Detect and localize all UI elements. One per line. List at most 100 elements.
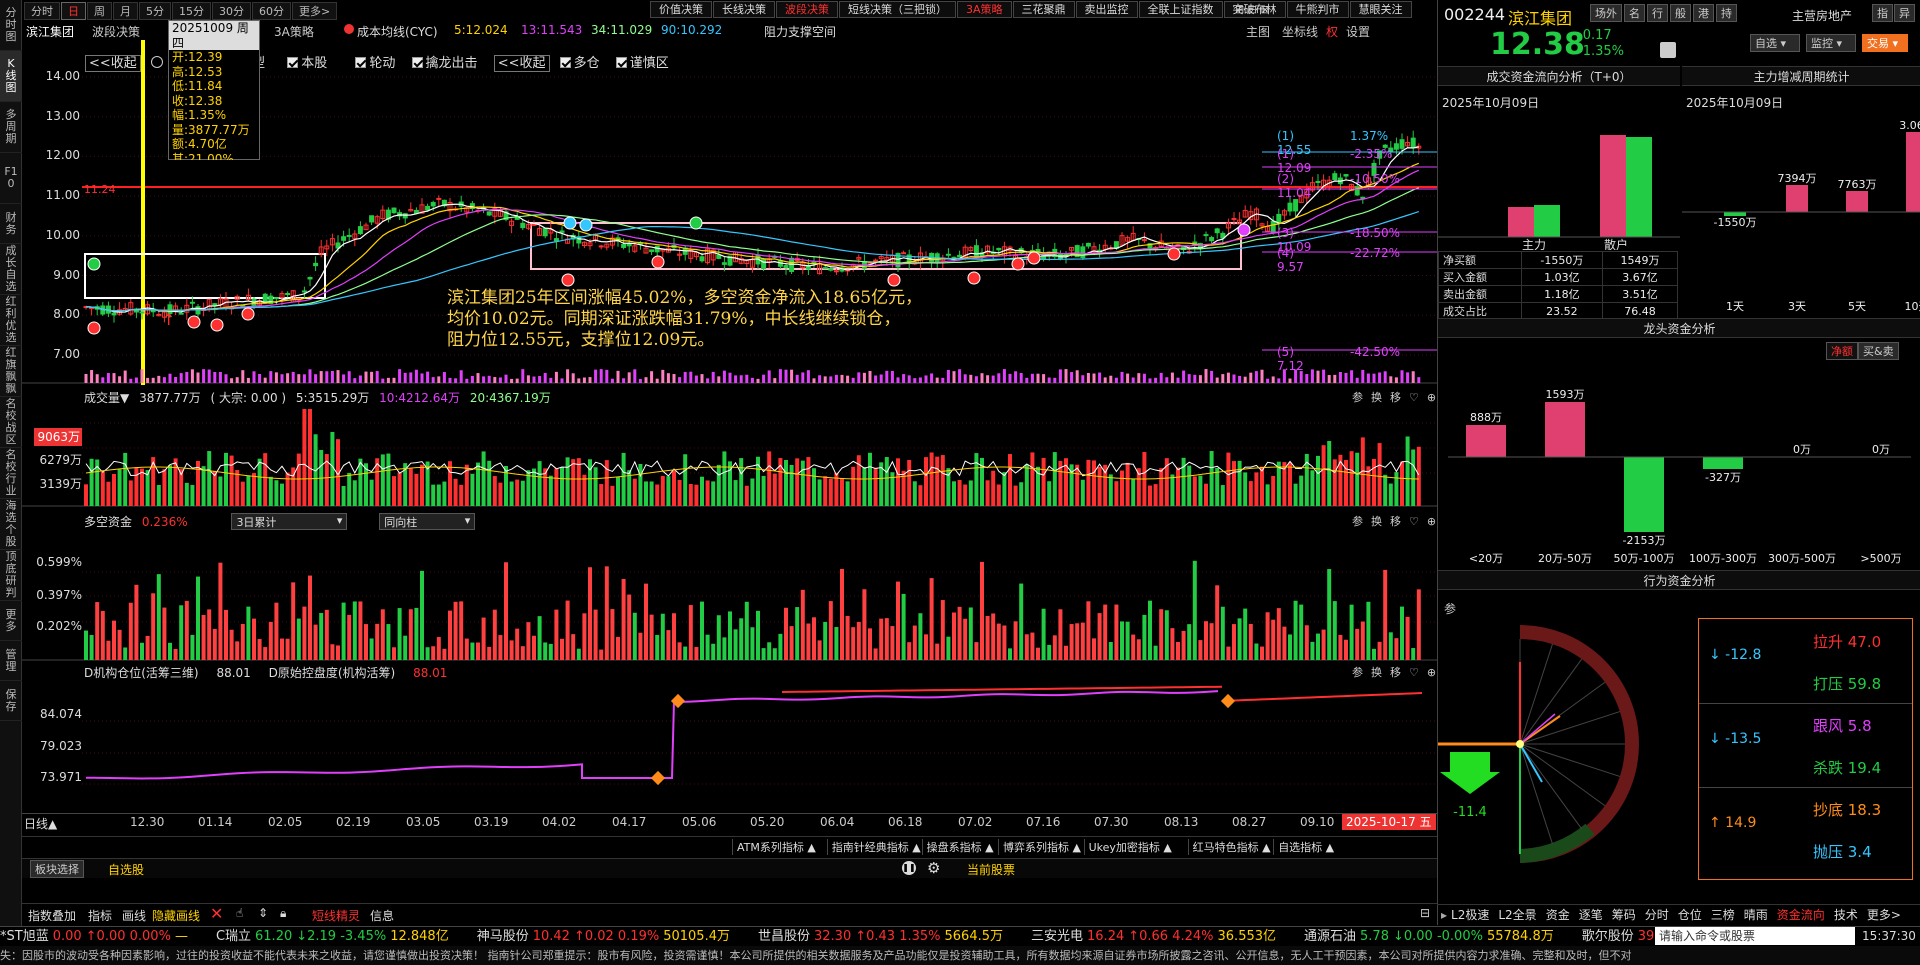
- sidebar-item[interactable]: 名校战区: [0, 397, 22, 448]
- strategy-tab[interactable]: 3A策略: [957, 1, 1012, 18]
- sidebar-item[interactable]: 更多: [0, 601, 22, 641]
- panel-tool-icon[interactable]: ♡: [1409, 391, 1419, 404]
- sidebar-item[interactable]: 保存: [0, 681, 22, 721]
- strategy-tab[interactable]: 短线决策（三把锁）: [839, 1, 956, 18]
- inst-title[interactable]: D机构仓位(活筹三维): [84, 666, 199, 680]
- self-stock-tab[interactable]: 自选股: [108, 861, 144, 878]
- ticker-item[interactable]: C瑞立 61.20 ↓2.19 -3.45% 12.848亿: [216, 929, 463, 944]
- stock-info-tab[interactable]: 名: [1624, 4, 1645, 22]
- right-bottom-tab[interactable]: 仓位: [1678, 906, 1702, 923]
- sidebar-item[interactable]: F10: [0, 153, 22, 204]
- monitor-button[interactable]: 监控 ▾: [1806, 34, 1856, 52]
- risk-label[interactable]: 阻力支撑空间: [764, 23, 836, 40]
- panel-tool-icon[interactable]: 移: [1390, 666, 1401, 679]
- add-icon[interactable]: ⊞: [1235, 3, 1244, 16]
- stock-info-tab[interactable]: 般: [1670, 4, 1691, 22]
- panel-tool-icon[interactable]: 换: [1371, 391, 1382, 404]
- info-btn[interactable]: 信息: [370, 907, 394, 924]
- right-bottom-tab[interactable]: 筹码: [1612, 906, 1636, 923]
- period-tab[interactable]: 分时: [24, 2, 60, 20]
- strategy-tab[interactable]: 长线决策: [713, 1, 775, 18]
- period-tab[interactable]: 周: [87, 2, 112, 20]
- axis-btn[interactable]: 坐标线: [1282, 23, 1318, 40]
- panel-tool-icon[interactable]: ⊕: [1427, 515, 1436, 528]
- sidebar-item[interactable]: 顶底研判: [0, 550, 22, 601]
- ticker-item[interactable]: 通源石油 5.78 ↓0.00 -0.00% 55784.8万: [1304, 929, 1568, 944]
- ticker-item[interactable]: 三安光电 16.24 ↑0.66 4.24% 36.553亿: [1031, 929, 1290, 944]
- trade-button[interactable]: 交易 ▾: [1862, 34, 1908, 52]
- right-bottom-tab[interactable]: 更多>: [1867, 906, 1901, 923]
- panel-tool-icon[interactable]: 换: [1371, 515, 1382, 528]
- right-bottom-tab[interactable]: 技术: [1834, 906, 1858, 923]
- panel-tool-icon[interactable]: ⊕: [1427, 391, 1436, 404]
- draw-line-btn[interactable]: 画线: [122, 907, 146, 924]
- panel-tool-icon[interactable]: 移: [1390, 515, 1401, 528]
- gear-icon[interactable]: ⚙: [927, 859, 940, 877]
- stock-info-tab[interactable]: 行: [1647, 4, 1668, 22]
- right-bottom-tab[interactable]: 晴雨: [1744, 906, 1768, 923]
- close-icon[interactable]: ⊠: [1260, 3, 1269, 16]
- sidebar-item[interactable]: 成长自选: [0, 244, 22, 295]
- right-bottom-tab[interactable]: 三榜: [1711, 906, 1735, 923]
- right-bottom-tab[interactable]: L2全景: [1498, 906, 1536, 923]
- period-tab[interactable]: 月: [113, 2, 138, 20]
- volume-title[interactable]: 成交量▼: [84, 391, 129, 405]
- flow-select1[interactable]: 3日累计 ▾: [231, 513, 348, 530]
- current-stock-tab[interactable]: 当前股票: [967, 861, 1015, 878]
- watchlist-button[interactable]: 自选 ▾: [1750, 34, 1800, 52]
- alert-btn[interactable]: 异: [1894, 4, 1915, 22]
- flow-title[interactable]: 多空资金: [84, 515, 132, 529]
- pointer-icon[interactable]: ☝: [236, 906, 243, 920]
- pause-icon[interactable]: ❚❚: [902, 861, 916, 875]
- expand-icon[interactable]: ⊟: [1420, 906, 1430, 920]
- panel-tool-icon[interactable]: 参: [1352, 391, 1363, 404]
- indicator-tab[interactable]: 操盘系指标 ▲: [921, 839, 994, 855]
- x-axis-period[interactable]: 日线▲: [24, 815, 57, 832]
- main-chart-btn[interactable]: 主图: [1246, 23, 1270, 40]
- indicator-tab[interactable]: ATM系列指标 ▲: [732, 839, 816, 855]
- panel-tool-icon[interactable]: 参: [1352, 666, 1363, 679]
- strategy-label[interactable]: 波段决策: [92, 23, 140, 40]
- sidebar-item[interactable]: 红利优选: [0, 295, 22, 346]
- sidebar-item[interactable]: 财务: [0, 204, 22, 244]
- arrow-icon[interactable]: ▸: [1441, 908, 1447, 922]
- stock-info-tab[interactable]: 港: [1693, 4, 1714, 22]
- indicator-tab[interactable]: Ukey加密指标 ▲: [1083, 839, 1172, 855]
- sidebar-item[interactable]: 红旗飘飘: [0, 346, 22, 397]
- rights-btn[interactable]: 权: [1326, 23, 1338, 40]
- short-elf-btn[interactable]: 短线精灵: [312, 907, 360, 924]
- indicator-tab[interactable]: 自选指标 ▲: [1273, 839, 1334, 855]
- strategy2-label[interactable]: 3A策略: [274, 23, 314, 40]
- period-tab[interactable]: 5分: [139, 2, 171, 20]
- dragon-tab-net[interactable]: 净额: [1826, 342, 1858, 360]
- calculator-icon[interactable]: [1660, 42, 1676, 58]
- strategy-tab[interactable]: 波段决策: [776, 1, 838, 18]
- hide-lines-btn[interactable]: 隐藏画线: [152, 907, 200, 924]
- strategy-tab[interactable]: 牛熊判市: [1286, 1, 1349, 18]
- strategy-tab[interactable]: 慧眼关注: [1349, 1, 1412, 18]
- indicator-tab[interactable]: 博弈系列指标 ▲: [998, 839, 1081, 855]
- indicator-tab[interactable]: 红马特色指标 ▲: [1187, 839, 1271, 855]
- move-icon[interactable]: ⇕: [258, 906, 268, 920]
- stock-info-tab[interactable]: 持: [1716, 4, 1737, 22]
- indicator-tab[interactable]: 指南针经典指标 ▲: [826, 839, 921, 855]
- strategy-tab[interactable]: 卖出监控: [1075, 1, 1138, 18]
- ticker-item[interactable]: 神马股份 10.42 ↑0.02 0.19% 50105.4万: [477, 929, 744, 944]
- right-bottom-tab[interactable]: 资金流向: [1777, 906, 1825, 923]
- right-bottom-tab[interactable]: L2极速: [1451, 906, 1489, 923]
- settings-btn[interactable]: 设置: [1346, 23, 1370, 40]
- period-tab[interactable]: 更多>: [292, 2, 338, 20]
- dragon-tab-buysell[interactable]: 买&卖: [1858, 342, 1899, 360]
- strategy-tab[interactable]: 三花聚鼎: [1012, 1, 1075, 18]
- lock-icon[interactable]: 🔒︎: [280, 906, 286, 921]
- period-tab[interactable]: 日: [61, 2, 86, 20]
- panel-tool-icon[interactable]: ♡: [1409, 666, 1419, 679]
- strategy-tab[interactable]: 价值决策: [650, 1, 712, 18]
- flow-select2[interactable]: 同向柱 ▾: [379, 513, 476, 530]
- panel-tool-icon[interactable]: 移: [1390, 391, 1401, 404]
- strategy-tab[interactable]: 全联上证指数: [1138, 1, 1223, 18]
- period-tab[interactable]: 30分: [212, 2, 251, 20]
- stock-info-tab[interactable]: 场外: [1590, 4, 1622, 22]
- sidebar-item[interactable]: 多周期: [0, 102, 22, 153]
- sidebar-item[interactable]: K线图: [0, 51, 22, 102]
